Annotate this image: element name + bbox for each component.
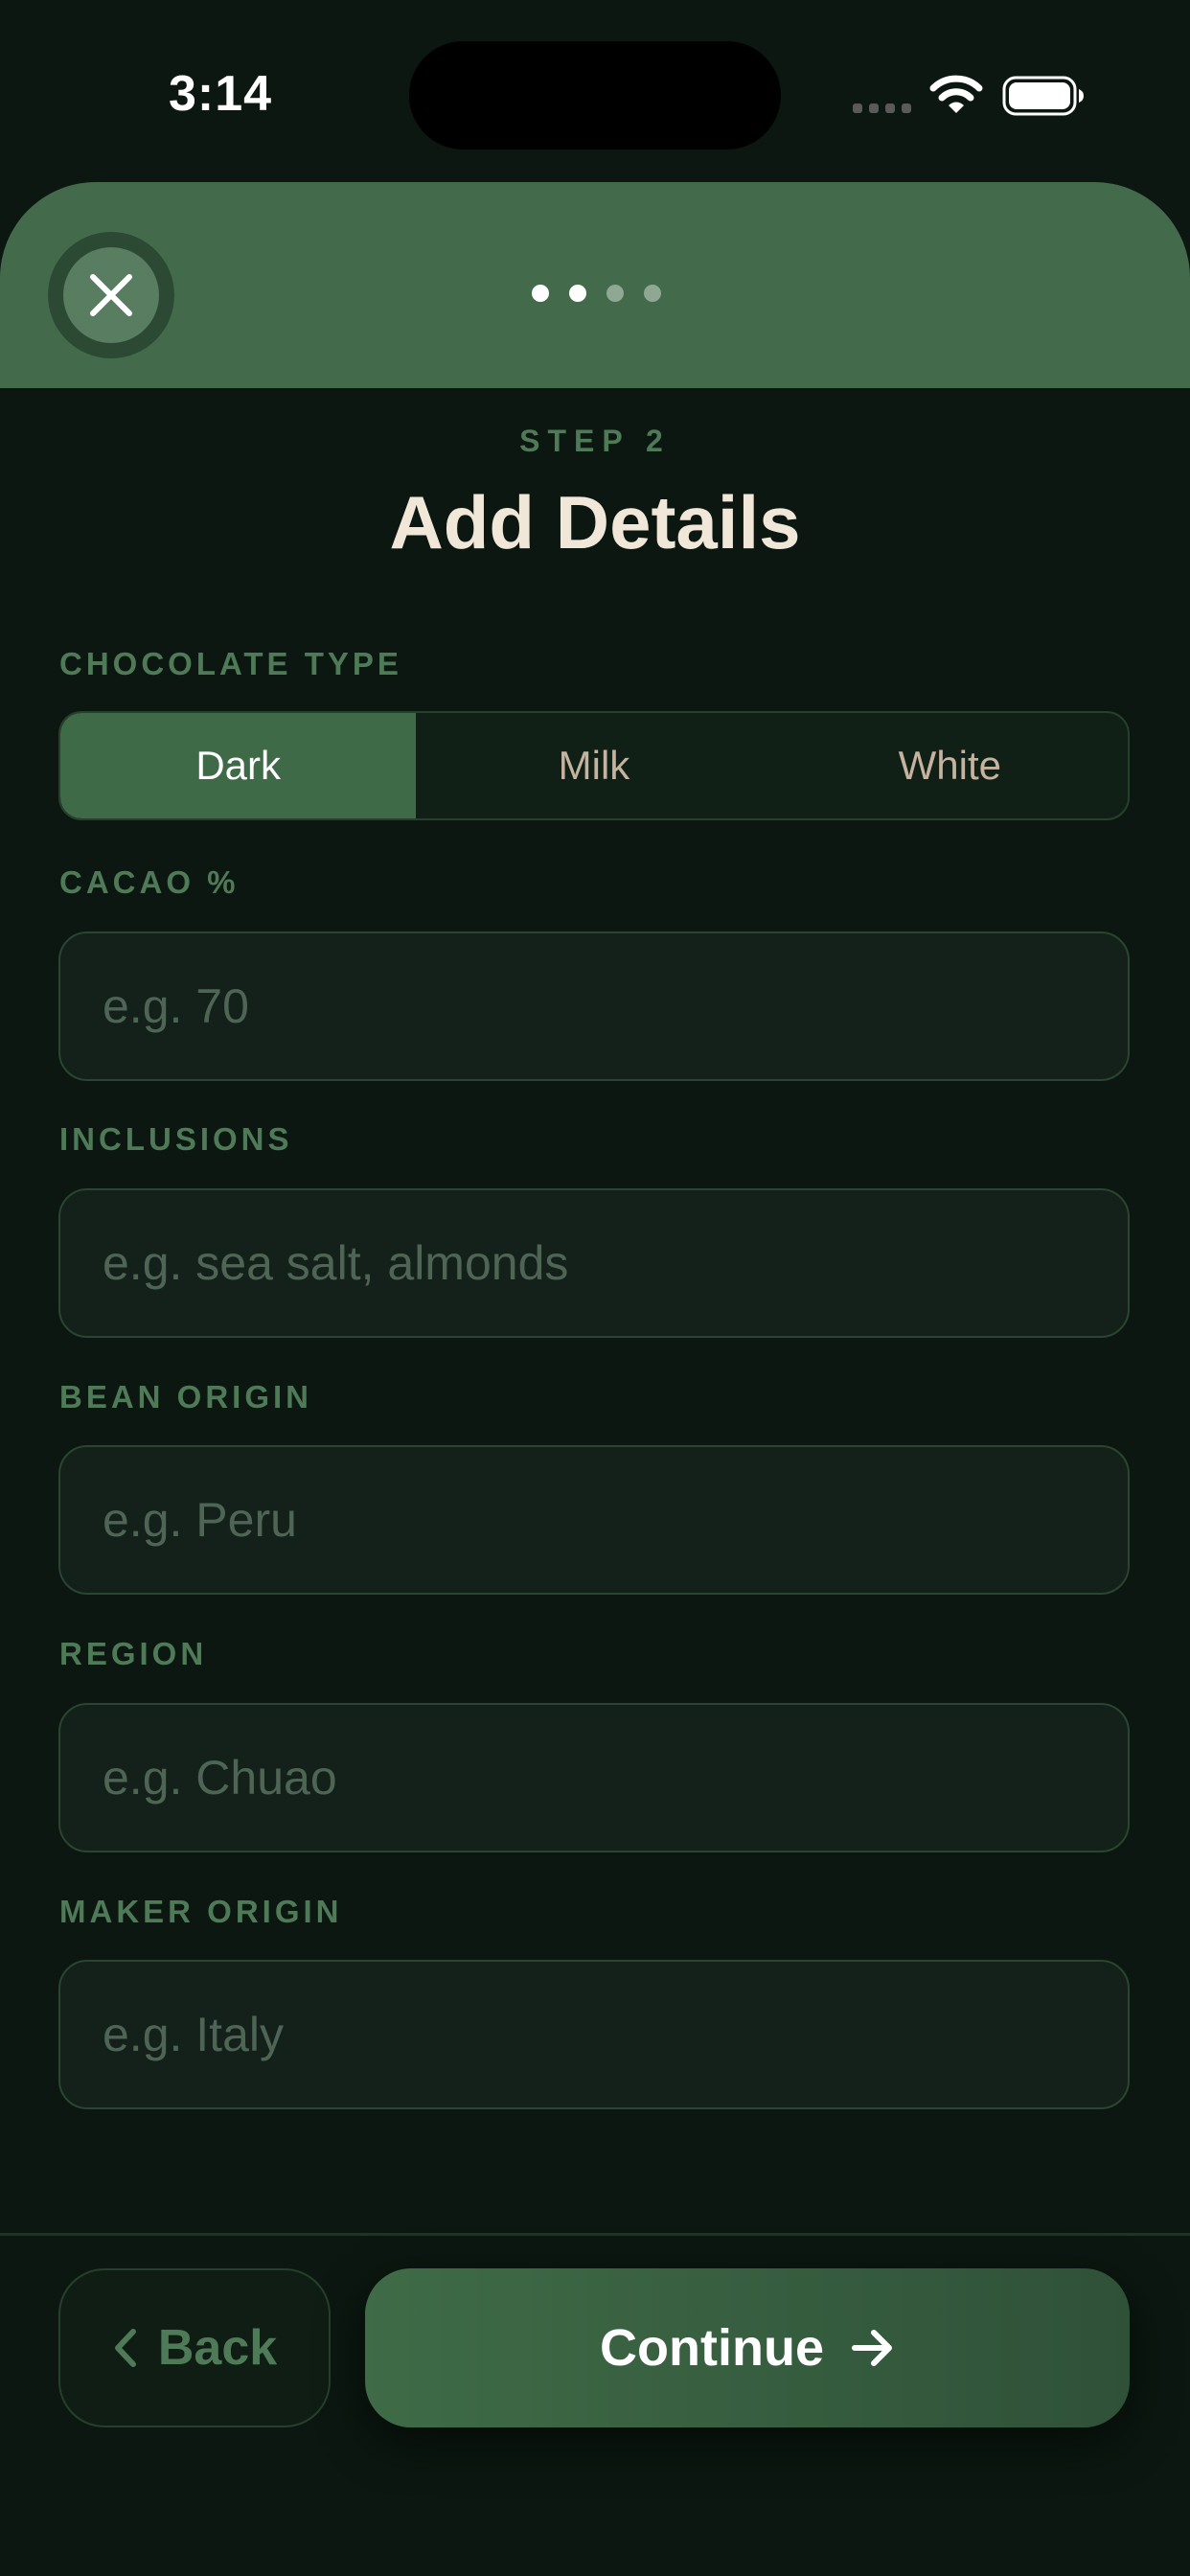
maker-origin-input[interactable] [58, 1960, 1130, 2109]
sheet-header [0, 182, 1190, 388]
cacao-label: CACAO % [59, 864, 240, 900]
segment-dark[interactable]: Dark [60, 713, 417, 818]
back-button[interactable]: Back [58, 2268, 331, 2427]
page-indicator [532, 285, 661, 302]
close-button[interactable] [48, 232, 174, 358]
wifi-icon [929, 75, 983, 113]
maker-origin-label: MAKER ORIGIN [59, 1894, 343, 1929]
dynamic-island [409, 41, 781, 150]
status-time: 3:14 [169, 66, 273, 122]
segment-milk[interactable]: Milk [416, 713, 771, 818]
close-button-inner [63, 247, 159, 343]
bean-origin-input[interactable] [58, 1445, 1130, 1595]
bean-origin-label: BEAN ORIGIN [59, 1379, 313, 1414]
cacao-input[interactable] [58, 932, 1130, 1081]
status-bar: 3:14 [0, 0, 1190, 192]
page-dot-1 [532, 285, 549, 302]
region-input[interactable] [58, 1703, 1130, 1852]
page-dot-3 [606, 285, 624, 302]
signal-icon [853, 104, 911, 113]
chevron-left-icon [114, 2329, 136, 2367]
chocolate-type-label: CHOCOLATE TYPE [59, 646, 402, 681]
continue-button[interactable]: Continue [365, 2268, 1130, 2427]
battery-icon [1002, 76, 1084, 116]
segment-white[interactable]: White [772, 713, 1128, 818]
page-title: Add Details [389, 480, 801, 564]
region-label: REGION [59, 1636, 208, 1671]
inclusions-input[interactable] [58, 1188, 1130, 1338]
back-button-label: Back [157, 2320, 278, 2376]
footer-divider [0, 2233, 1190, 2236]
page-dot-2 [569, 285, 586, 302]
arrow-right-icon [851, 2330, 892, 2366]
continue-button-label: Continue [600, 2319, 824, 2377]
page-dot-4 [644, 285, 661, 302]
close-icon [90, 274, 132, 316]
chocolate-type-segmented-control: Dark Milk White [58, 711, 1130, 820]
step-label: STEP 2 [519, 424, 671, 458]
inclusions-label: INCLUSIONS [59, 1121, 293, 1157]
